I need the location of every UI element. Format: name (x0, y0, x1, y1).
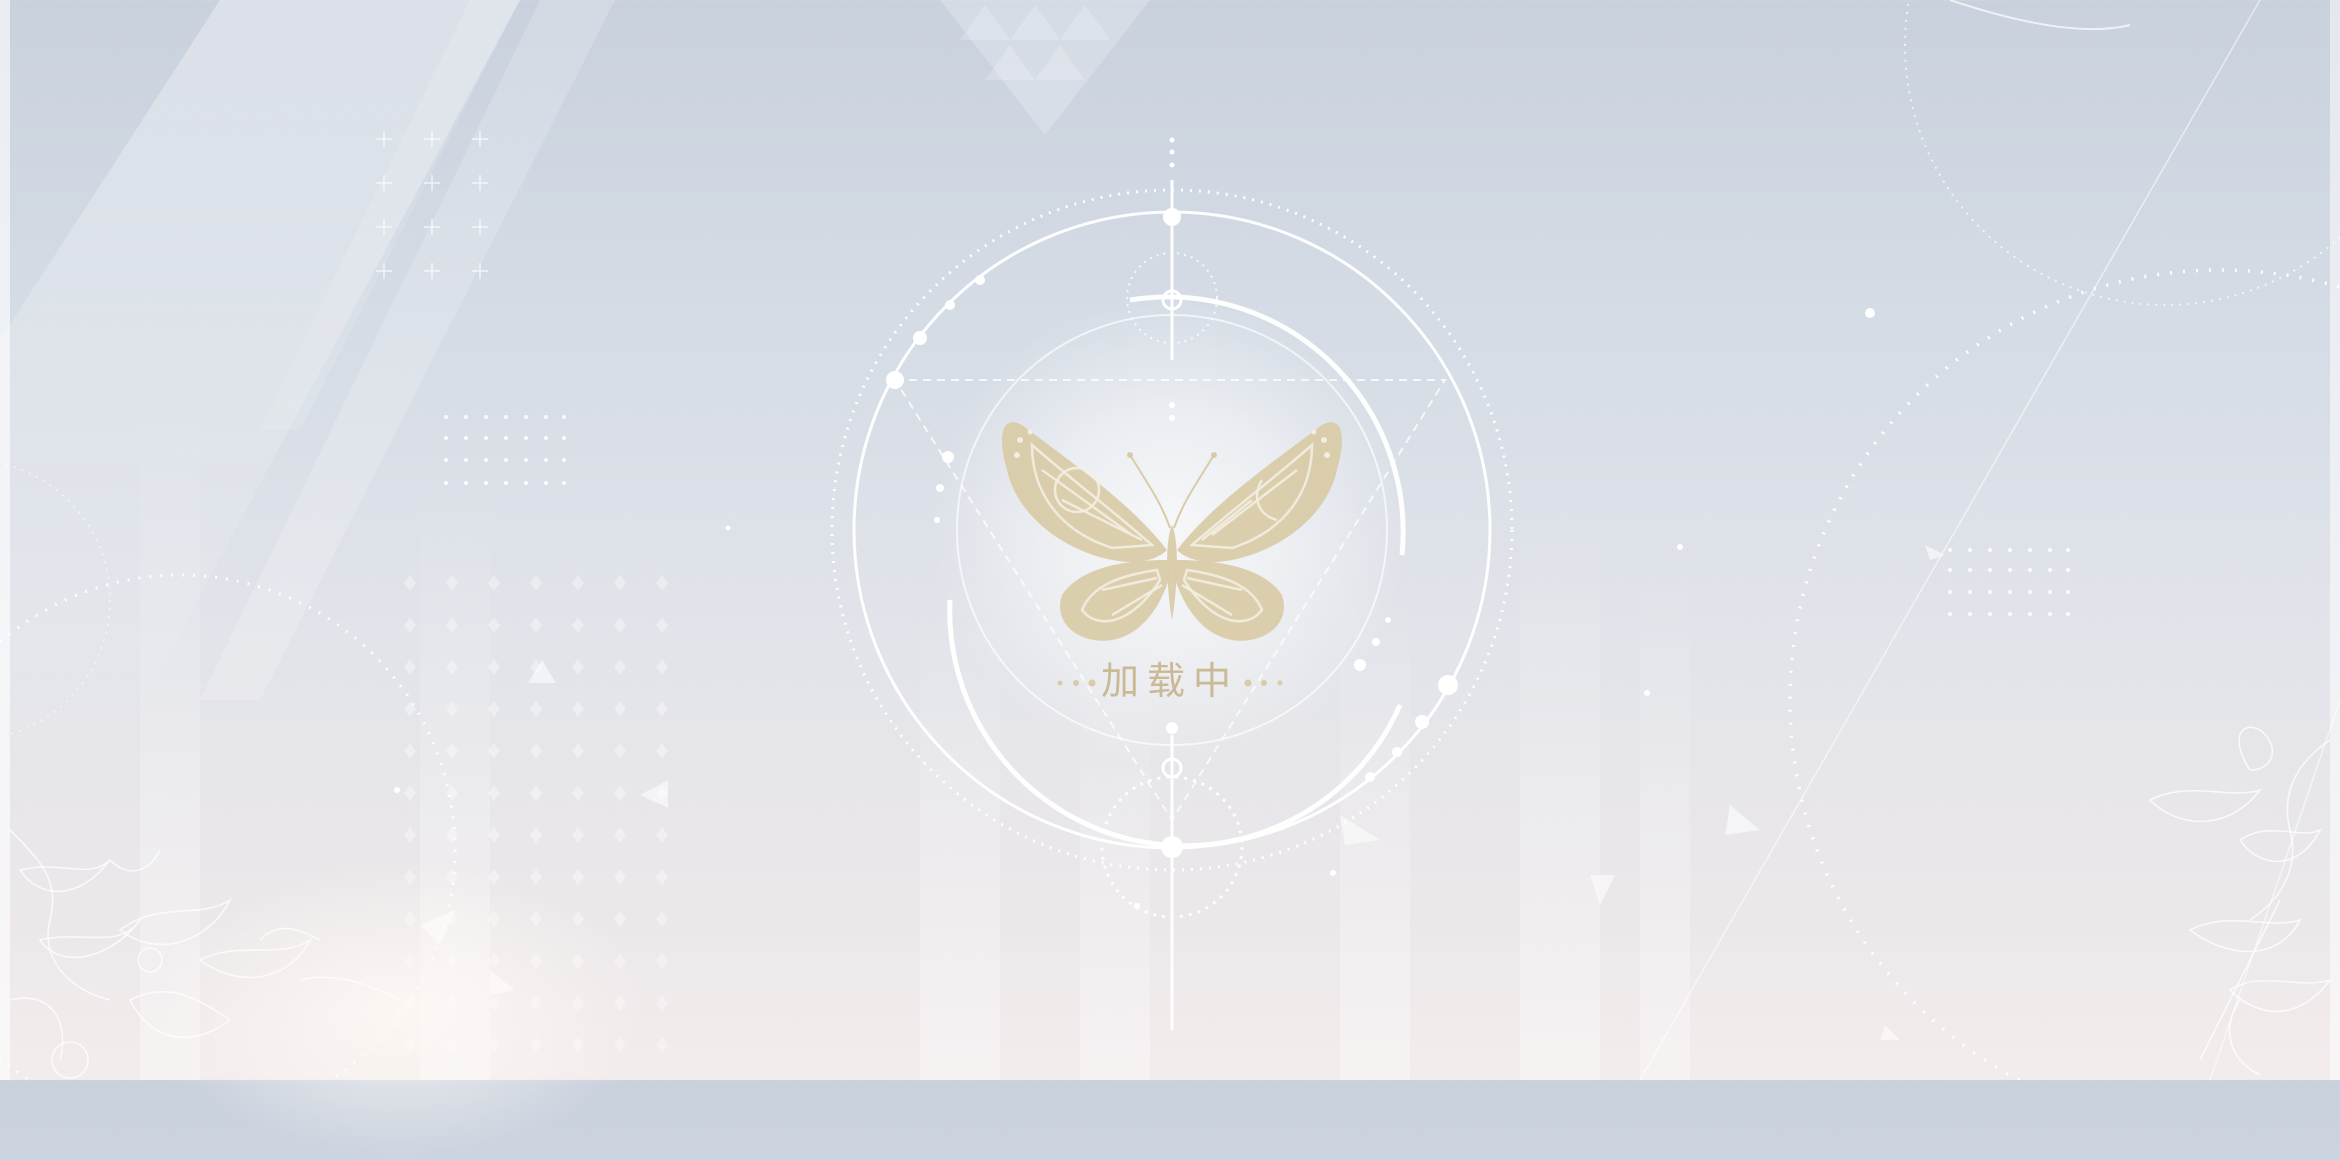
butterfly-icon (1002, 422, 1342, 641)
loading-screen: 加载中 (0, 0, 2340, 1160)
label-dots-right (1244, 679, 1283, 687)
